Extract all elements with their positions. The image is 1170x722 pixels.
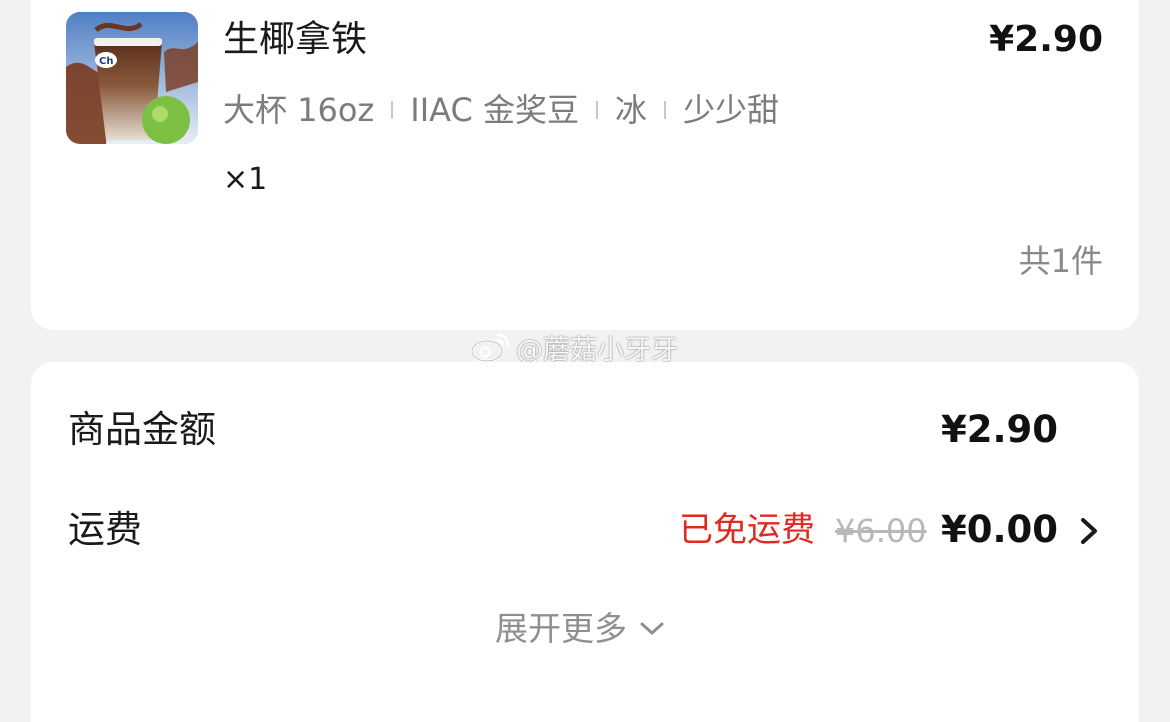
shipping-label: 运费 xyxy=(68,508,142,551)
product-name: 生椰拿铁 xyxy=(223,19,368,60)
watermark-text: @蘑菇小牙牙 xyxy=(516,334,678,366)
watermark: @蘑菇小牙牙 xyxy=(470,327,678,367)
product-image[interactable]: Ch xyxy=(66,12,198,144)
spec-divider xyxy=(664,101,667,119)
free-shipping-label: 已免运费 xyxy=(679,510,815,550)
subtotal-label: 商品金额 xyxy=(68,408,216,451)
spec-size: 大杯 16oz xyxy=(223,91,375,129)
coconut-latte-image-icon: Ch xyxy=(66,12,198,144)
spec-divider xyxy=(596,101,599,119)
item-total-count: 共1件 xyxy=(1018,242,1103,280)
product-specs: 大杯 16oz IIAC 金奖豆 冰 少少甜 xyxy=(223,88,779,132)
chevron-right-icon[interactable] xyxy=(1076,516,1102,546)
spec-divider xyxy=(391,101,394,119)
price-summary-card: 商品金额 ¥2.90 运费 已免运费 ¥6.00 ¥0.00 展开更多 xyxy=(31,362,1139,722)
weibo-icon xyxy=(470,333,510,363)
original-shipping-fee: ¥6.00 xyxy=(835,512,927,550)
expand-more-button[interactable]: 展开更多 xyxy=(495,606,665,652)
spec-temperature: 冰 xyxy=(615,91,648,129)
expand-more-label: 展开更多 xyxy=(495,609,627,648)
shipping-value: ¥0.00 xyxy=(941,508,1059,551)
subtotal-value: ¥2.90 xyxy=(941,408,1059,451)
order-item-card: Ch 生椰拿铁 ¥2.90 大杯 16oz IIAC 金奖豆 冰 少少甜 ×1 … xyxy=(31,0,1139,330)
spec-bean: IIAC 金奖豆 xyxy=(410,91,580,129)
chevron-down-icon xyxy=(640,622,664,635)
product-quantity: ×1 xyxy=(223,162,268,197)
product-price: ¥2.90 xyxy=(989,19,1103,60)
spec-sweetness: 少少甜 xyxy=(683,91,780,129)
svg-text:Ch: Ch xyxy=(99,56,113,67)
